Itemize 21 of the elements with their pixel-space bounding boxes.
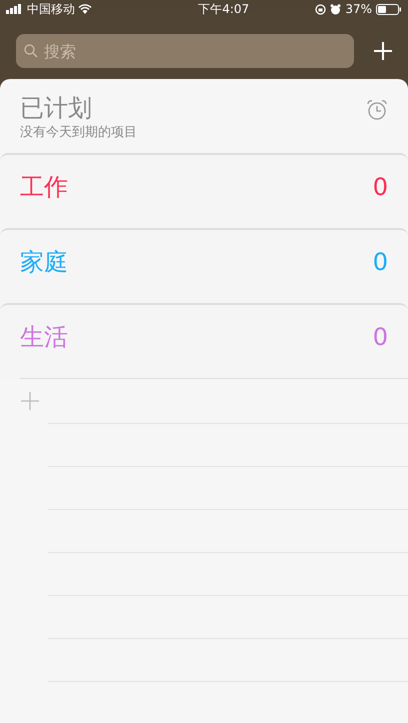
clock-time: 下午4:07 <box>198 1 250 18</box>
plus-icon <box>21 392 39 410</box>
list-count: 0 <box>372 172 388 203</box>
alarm-icon <box>330 4 342 14</box>
plus-icon <box>373 41 393 61</box>
alarm-clock-icon[interactable] <box>366 99 388 121</box>
rotation-lock-icon <box>315 4 326 14</box>
list-count: 0 <box>372 322 388 353</box>
search-field[interactable]: 搜索 <box>16 34 354 68</box>
scheduled-subtitle: 没有今天到期的项目 <box>20 124 137 142</box>
scheduled-title[interactable]: 已计划 <box>20 93 137 123</box>
list-name: 工作 <box>20 172 68 203</box>
list-name: 家庭 <box>20 247 68 278</box>
list-count: 0 <box>372 247 388 278</box>
wifi-icon <box>78 4 92 14</box>
carrier-name: 中国移动 <box>27 1 75 18</box>
add-list-button[interactable] <box>20 391 40 411</box>
list-name: 生活 <box>20 322 68 353</box>
battery-icon <box>376 4 402 14</box>
battery-percent: 37% <box>345 1 372 18</box>
signal-icon <box>6 4 24 14</box>
